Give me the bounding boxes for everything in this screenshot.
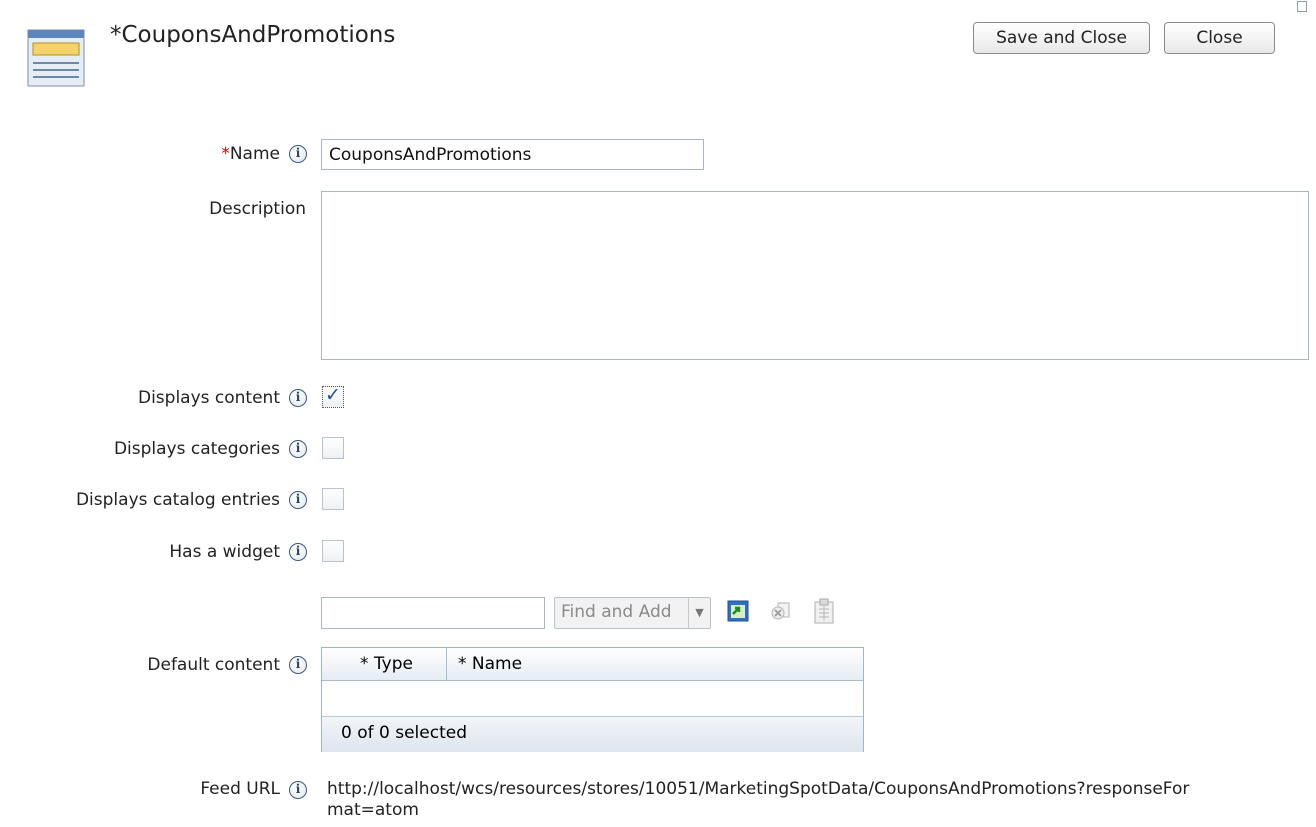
has-widget-checkbox[interactable]	[322, 540, 344, 562]
marketing-spot-icon	[22, 26, 88, 88]
feed-url-line-1: http://localhost/wcs/resources/stores/10…	[327, 779, 1190, 799]
has-widget-info-icon[interactable]: i	[289, 543, 307, 561]
description-label: Description	[209, 199, 306, 219]
remove-icon[interactable]	[770, 600, 792, 622]
name-input[interactable]	[321, 139, 704, 170]
close-button[interactable]: Close	[1164, 22, 1275, 54]
open-object-icon[interactable]	[727, 600, 749, 622]
default-content-info-icon[interactable]: i	[289, 656, 307, 674]
selection-summary: 0 of 0 selected	[341, 723, 467, 743]
clipboard-icon[interactable]	[812, 598, 836, 624]
displays-catalog-entries-label: Displays catalog entries	[75, 490, 280, 510]
maximize-icon[interactable]	[1297, 1, 1307, 12]
checkmark-icon: ✓	[325, 384, 341, 406]
has-widget-label: Has a widget	[169, 542, 280, 562]
column-divider	[446, 648, 447, 680]
displays-catalog-entries-info-icon[interactable]: i	[289, 491, 307, 509]
column-header-type[interactable]: * Type	[360, 654, 413, 674]
name-label: *Name	[221, 144, 280, 164]
displays-content-info-icon[interactable]: i	[289, 389, 307, 407]
displays-content-label: Displays content	[137, 388, 280, 408]
save-and-close-button[interactable]: Save and Close	[973, 22, 1150, 54]
required-mark: *	[221, 144, 230, 164]
displays-content-checkbox[interactable]: ✓	[322, 384, 344, 408]
grid-header: * Type * Name	[322, 648, 863, 681]
displays-categories-info-icon[interactable]: i	[289, 440, 307, 458]
description-textarea[interactable]	[321, 191, 1309, 360]
displays-categories-checkbox[interactable]	[322, 437, 344, 459]
displays-catalog-entries-checkbox[interactable]	[322, 488, 344, 510]
default-content-label: Default content	[147, 655, 280, 675]
grid-footer: 0 of 0 selected	[322, 716, 863, 752]
chevron-down-icon[interactable]: ▼	[688, 598, 710, 628]
page-title: *CouponsAndPromotions	[110, 22, 396, 48]
find-content-input[interactable]	[321, 597, 545, 629]
feed-url-label: Feed URL	[200, 779, 280, 799]
feed-url-value: http://localhost/wcs/resources/stores/10…	[327, 779, 1189, 821]
column-header-name[interactable]: * Name	[458, 654, 522, 674]
default-content-grid: * Type * Name 0 of 0 selected	[321, 647, 864, 752]
displays-categories-label: Displays categories	[113, 439, 280, 459]
name-info-icon[interactable]: i	[289, 145, 307, 163]
feed-url-info-icon[interactable]: i	[289, 781, 307, 799]
find-and-add-combo[interactable]: Find and Add ▼	[554, 597, 711, 629]
find-and-add-label: Find and Add	[561, 602, 672, 622]
feed-url-line-2: mat=atom	[327, 800, 419, 820]
